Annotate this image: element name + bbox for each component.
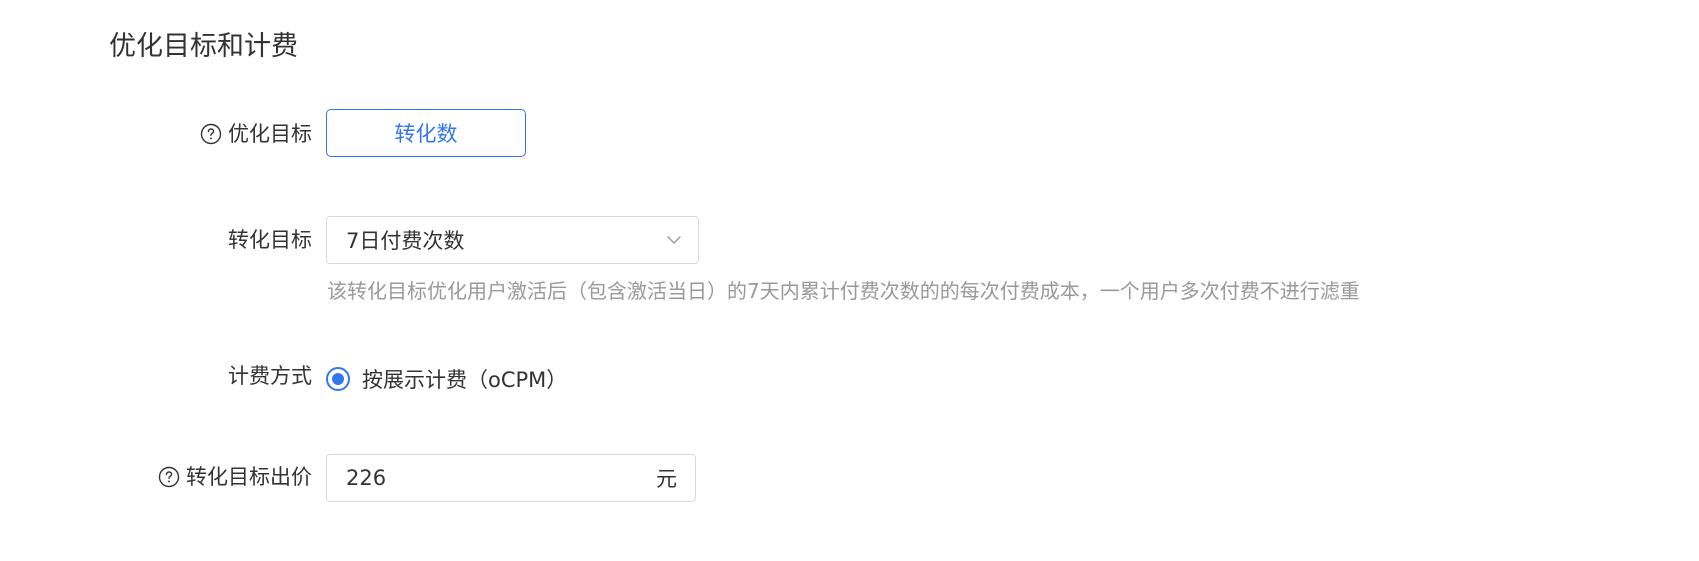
conversion-bid-unit: 元 — [656, 467, 677, 491]
conversion-goal-label-text: 转化目标 — [228, 228, 312, 252]
optimization-goal-button-label: 转化数 — [394, 122, 458, 146]
chevron-down-icon — [666, 232, 682, 248]
conversion-goal-selected-value: 7日付费次数 — [346, 229, 465, 253]
conversion-bid-label-text: 转化目标出价 — [186, 465, 312, 489]
question-circle-icon[interactable] — [158, 466, 180, 488]
conversion-bid-input[interactable] — [346, 466, 656, 490]
conversion-goal-hint: 该转化目标优化用户激活后（包含激活当日）的7天内累计付费次数的的每次付费成本，一… — [327, 279, 1360, 303]
conversion-bid-label: 转化目标出价 — [158, 463, 312, 491]
radio-selected-icon[interactable] — [326, 367, 350, 391]
conversion-bid-field[interactable]: 元 — [326, 454, 696, 502]
conversion-goal-label: 转化目标 — [228, 226, 312, 254]
billing-method-label: 计费方式 — [228, 362, 312, 390]
conversion-goal-select[interactable]: 7日付费次数 — [326, 216, 699, 264]
question-circle-icon[interactable] — [200, 123, 222, 145]
billing-ocpm-label: 按展示计费（oCPM） — [362, 368, 568, 392]
optimization-goal-label: 优化目标 — [200, 120, 312, 148]
billing-ocpm-radio[interactable]: 按展示计费（oCPM） — [326, 364, 567, 394]
optimization-goal-button[interactable]: 转化数 — [326, 109, 526, 157]
billing-method-label-text: 计费方式 — [228, 364, 312, 388]
optimization-goal-label-text: 优化目标 — [228, 122, 312, 146]
section-title: 优化目标和计费 — [109, 31, 298, 62]
radio-dot — [332, 373, 344, 385]
